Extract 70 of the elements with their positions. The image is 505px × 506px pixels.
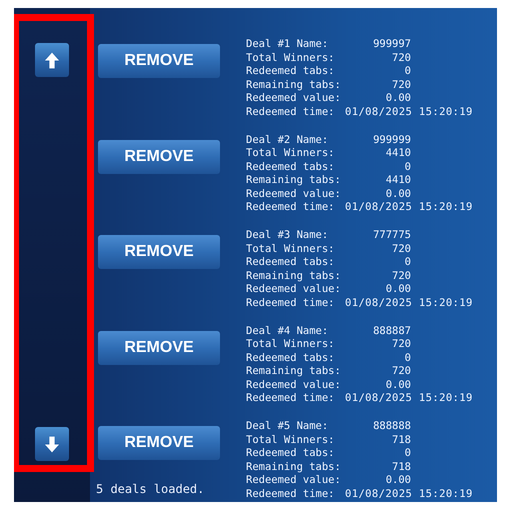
field-label: Deal #1 Name:	[246, 38, 330, 52]
field-label: Redeemed tabs:	[246, 256, 336, 270]
field-label: Redeemed value:	[246, 92, 342, 106]
field-label: Redeemed value:	[246, 474, 342, 488]
remove-button[interactable]: REMOVE	[98, 330, 220, 364]
field-label: Total Winners:	[246, 242, 336, 256]
field-value: 4410	[384, 174, 411, 188]
field-label: Total Winners:	[246, 147, 336, 160]
field-value: 888888	[372, 420, 411, 434]
field-value: 0.00	[384, 474, 411, 488]
field-value: 720	[391, 270, 411, 283]
field-label: Remaining tabs:	[246, 365, 342, 378]
field-value: 01/08/2025 15:20:19	[345, 488, 473, 501]
field-label: Remaining tabs:	[246, 460, 342, 474]
field-value: 777775	[372, 229, 411, 242]
field-label: Redeemed tabs:	[246, 65, 336, 78]
field-value: 0	[404, 256, 411, 270]
field-value: 01/08/2025 15:20:19	[345, 106, 473, 119]
field-value: 718	[391, 460, 411, 474]
field-label: Total Winners:	[246, 338, 336, 352]
scroll-up-button[interactable]	[35, 43, 69, 77]
field-value: 999997	[372, 38, 411, 52]
field-value: 720	[391, 242, 411, 256]
field-label: Redeemed value:	[246, 188, 342, 201]
field-label: Total Winners:	[246, 434, 336, 447]
field-label: Deal #5 Name:	[246, 420, 330, 434]
field-value: 720	[391, 78, 411, 92]
field-label: Remaining tabs:	[246, 174, 342, 188]
field-label: Redeemed value:	[246, 378, 342, 392]
field-label: Redeemed value:	[246, 283, 342, 296]
field-label: Remaining tabs:	[246, 270, 342, 283]
field-label: Redeemed tabs:	[246, 352, 336, 365]
field-label: Deal #3 Name:	[246, 229, 330, 242]
field-value: 0.00	[384, 92, 411, 106]
field-value: 4410	[384, 147, 411, 160]
field-label: Redeemed tabs:	[246, 160, 336, 174]
field-value: 01/08/2025 15:20:19	[345, 201, 473, 214]
field-label: Redeemed time:	[246, 488, 336, 501]
field-label: Redeemed time:	[246, 106, 336, 119]
field-label: Redeemed time:	[246, 392, 336, 406]
remove-button[interactable]: REMOVE	[98, 44, 220, 78]
field-value: 720	[391, 338, 411, 352]
field-value: 01/08/2025 15:20:19	[345, 392, 473, 406]
field-value: 0.00	[384, 378, 411, 392]
down-arrow-icon	[45, 436, 59, 452]
field-value: 720	[391, 365, 411, 378]
field-label: Redeemed time:	[246, 296, 336, 310]
field-value: 718	[391, 434, 411, 447]
field-value: 0	[404, 65, 411, 78]
field-label: Remaining tabs:	[246, 78, 342, 92]
field-value: 720	[391, 52, 411, 65]
remove-button[interactable]: REMOVE	[98, 235, 220, 269]
remove-button[interactable]: REMOVE	[98, 140, 220, 174]
field-value: 0	[404, 160, 411, 174]
field-value: 0	[404, 447, 411, 460]
field-value: 888887	[372, 324, 411, 338]
field-value: 01/08/2025 15:20:19	[345, 296, 473, 310]
up-arrow-icon	[45, 52, 59, 68]
field-label: Redeemed tabs:	[246, 447, 336, 460]
field-value: 999999	[372, 134, 411, 147]
scroll-down-button[interactable]	[35, 427, 69, 461]
field-value: 0.00	[384, 283, 411, 296]
field-label: Redeemed time:	[246, 201, 336, 214]
status-text: 5 deals loaded.	[96, 482, 206, 496]
remove-button[interactable]: REMOVE	[98, 426, 220, 460]
field-label: Deal #4 Name:	[246, 324, 330, 338]
field-label: Deal #2 Name:	[246, 134, 330, 147]
field-value: 0	[404, 352, 411, 365]
field-value: 0.00	[384, 188, 411, 201]
field-label: Total Winners:	[246, 52, 336, 65]
